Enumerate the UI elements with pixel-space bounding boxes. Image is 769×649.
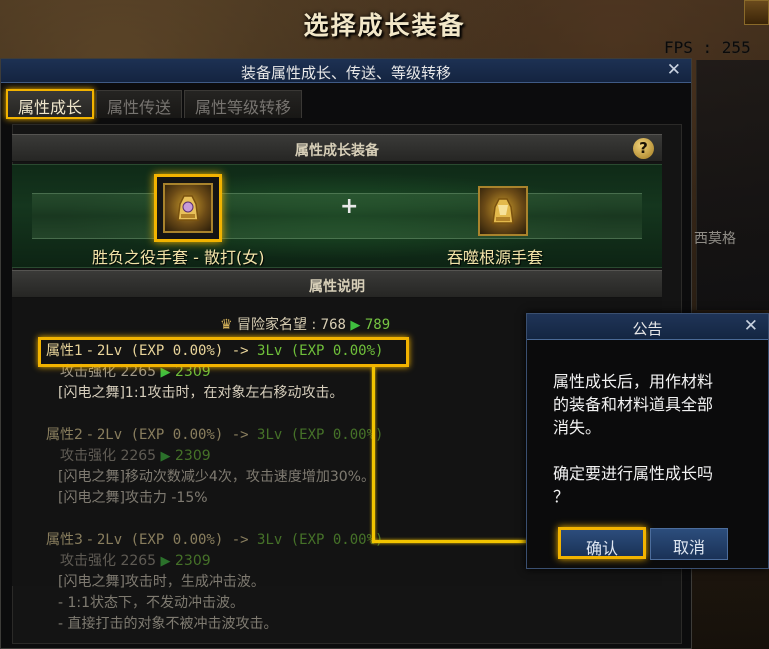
- gauntlet-icon: [492, 198, 514, 224]
- attribute-from: 2Lv (EXP 0.00%): [96, 532, 224, 548]
- dialog-message: 属性成长后，用作材料 的装备和材料道具全部 消失。 确定要进行属性成长吗 ？: [553, 370, 753, 508]
- attribute-label: 属性2 -: [46, 427, 97, 443]
- material-item-name: 胜负之役手套 - 散打(女): [92, 248, 265, 267]
- forge-decoration: [32, 193, 642, 239]
- fame-label: 冒险家名望 :: [237, 317, 321, 333]
- attribute-to: 3Lv (EXP 0.00%): [257, 343, 384, 359]
- attribute-to: 3Lv (EXP 0.00%): [257, 532, 384, 548]
- fame-icon: ♛: [220, 317, 233, 333]
- boost-label: 攻击强化: [60, 448, 121, 464]
- attribute-effect-line: - 1:1状态下，不发动冲击波。: [58, 595, 245, 611]
- confirm-button[interactable]: 确认: [558, 527, 646, 559]
- attribute-effect-line: [闪电之舞]攻击时，生成冲击波。: [58, 574, 265, 590]
- close-icon[interactable]: ✕: [667, 60, 681, 80]
- attack-boost-line: 攻击强化 2265 ▶ 2309: [46, 446, 383, 467]
- dialog-message-spacer: [553, 439, 753, 462]
- fame-new-value: 789: [364, 317, 391, 333]
- connector-line-vertical: [372, 367, 375, 542]
- arrow-right-icon: ▶: [160, 365, 171, 380]
- boost-old: 2265: [120, 448, 157, 464]
- dialog-message-line: 的装备和材料道具全部: [553, 395, 714, 414]
- section-header-equipment: 属性成长装备 ?: [12, 134, 662, 162]
- background-side-panel: [696, 60, 769, 310]
- window-title: 装备属性成长、传送、等级转移: [240, 64, 451, 82]
- background-npc-name: 西莫格: [694, 231, 736, 247]
- attribute-from: 2Lv (EXP 0.00%): [96, 343, 224, 359]
- attribute-label: 属性3 -: [46, 532, 97, 548]
- attribute-head: 属性2 - 2Lv (EXP 0.00%) -> 3Lv (EXP 0.00%): [46, 425, 383, 446]
- tab-attribute-transfer[interactable]: 属性传送: [96, 90, 183, 118]
- attribute-to: 3Lv (EXP 0.00%): [257, 427, 384, 443]
- dialog-message-line: 消失。: [553, 418, 602, 437]
- attribute-head: 属性3 - 2Lv (EXP 0.00%) -> 3Lv (EXP 0.00%): [46, 530, 383, 551]
- arrow-right-icon: ▶: [160, 554, 171, 569]
- attribute-block-3: 属性3 - 2Lv (EXP 0.00%) -> 3Lv (EXP 0.00%)…: [46, 530, 383, 635]
- section-title: 属性说明: [309, 279, 365, 295]
- attribute-label: 属性1 -: [46, 343, 97, 359]
- connector-line-horizontal: [372, 540, 548, 543]
- attribute-arrow: ->: [223, 532, 258, 548]
- attribute-from: 2Lv (EXP 0.00%): [96, 427, 224, 443]
- dialog-titlebar[interactable]: 公告 ✕: [527, 314, 768, 340]
- attribute-arrow: ->: [223, 343, 258, 359]
- attribute-arrow: ->: [223, 427, 258, 443]
- close-icon[interactable]: ✕: [744, 316, 758, 336]
- dialog-message-line: ？: [553, 487, 570, 506]
- scene-title: 选择成长装备: [303, 11, 466, 40]
- tab-bar: 属性成长 属性传送 属性等级转移: [6, 89, 304, 119]
- boost-old: 2265: [120, 553, 157, 569]
- attribute-block-2: 属性2 - 2Lv (EXP 0.00%) -> 3Lv (EXP 0.00%)…: [46, 425, 383, 509]
- cancel-button[interactable]: 取消: [650, 528, 728, 560]
- target-item-name: 吞噬根源手套: [447, 248, 544, 267]
- dialog-message-line: 确定要进行属性成长吗: [553, 464, 714, 483]
- section-header-description: 属性说明: [12, 270, 662, 298]
- attribute-block-1: 属性1 - 2Lv (EXP 0.00%) -> 3Lv (EXP 0.00%)…: [46, 341, 383, 404]
- tab-attribute-growth[interactable]: 属性成长: [6, 89, 95, 119]
- help-icon[interactable]: ?: [633, 138, 654, 159]
- boost-new: 2309: [175, 448, 211, 464]
- boost-new: 2309: [175, 364, 211, 380]
- boost-label: 攻击强化: [60, 364, 121, 380]
- attribute-effect-line: [闪电之舞]攻击力 -15%: [58, 490, 208, 506]
- attack-boost-line: 攻击强化 2265 ▶ 2309: [46, 362, 383, 383]
- arrow-right-icon: ▶: [160, 449, 171, 464]
- material-item-slot[interactable]: [154, 174, 222, 242]
- adventurer-fame: ♛ 冒险家名望 : 768 ▶ 789: [220, 314, 390, 334]
- plus-sign: +: [340, 194, 359, 219]
- dialog-title: 公告: [632, 320, 663, 338]
- tab-level-transfer[interactable]: 属性等级转移: [184, 90, 303, 118]
- attribute-effect-line: - 直接打击的对象不被冲击波攻击。: [58, 616, 278, 632]
- target-item-slot[interactable]: [478, 186, 528, 236]
- section-title: 属性成长装备: [295, 143, 379, 159]
- attribute-effect-line: [闪电之舞]1:1攻击时，在对象左右移动攻击。: [58, 385, 344, 401]
- window-titlebar[interactable]: 装备属性成长、传送、等级转移 ✕: [1, 59, 691, 83]
- fame-old-value: 768: [320, 317, 346, 333]
- boost-label: 攻击强化: [60, 553, 121, 569]
- dialog-message-line: 属性成长后，用作材料: [553, 372, 714, 391]
- gauntlet-icon: [163, 183, 213, 233]
- attack-boost-line: 攻击强化 2265 ▶ 2309: [46, 551, 383, 572]
- arrow-right-icon: ▶: [350, 318, 361, 333]
- fps-counter: FPS : 255: [664, 38, 751, 57]
- attribute-effect-line: [闪电之舞]移动次数减少4次，攻击速度增加30%。: [58, 469, 375, 485]
- attribute-head: 属性1 - 2Lv (EXP 0.00%) -> 3Lv (EXP 0.00%): [46, 341, 383, 362]
- boost-old: 2265: [120, 364, 157, 380]
- boost-new: 2309: [175, 553, 211, 569]
